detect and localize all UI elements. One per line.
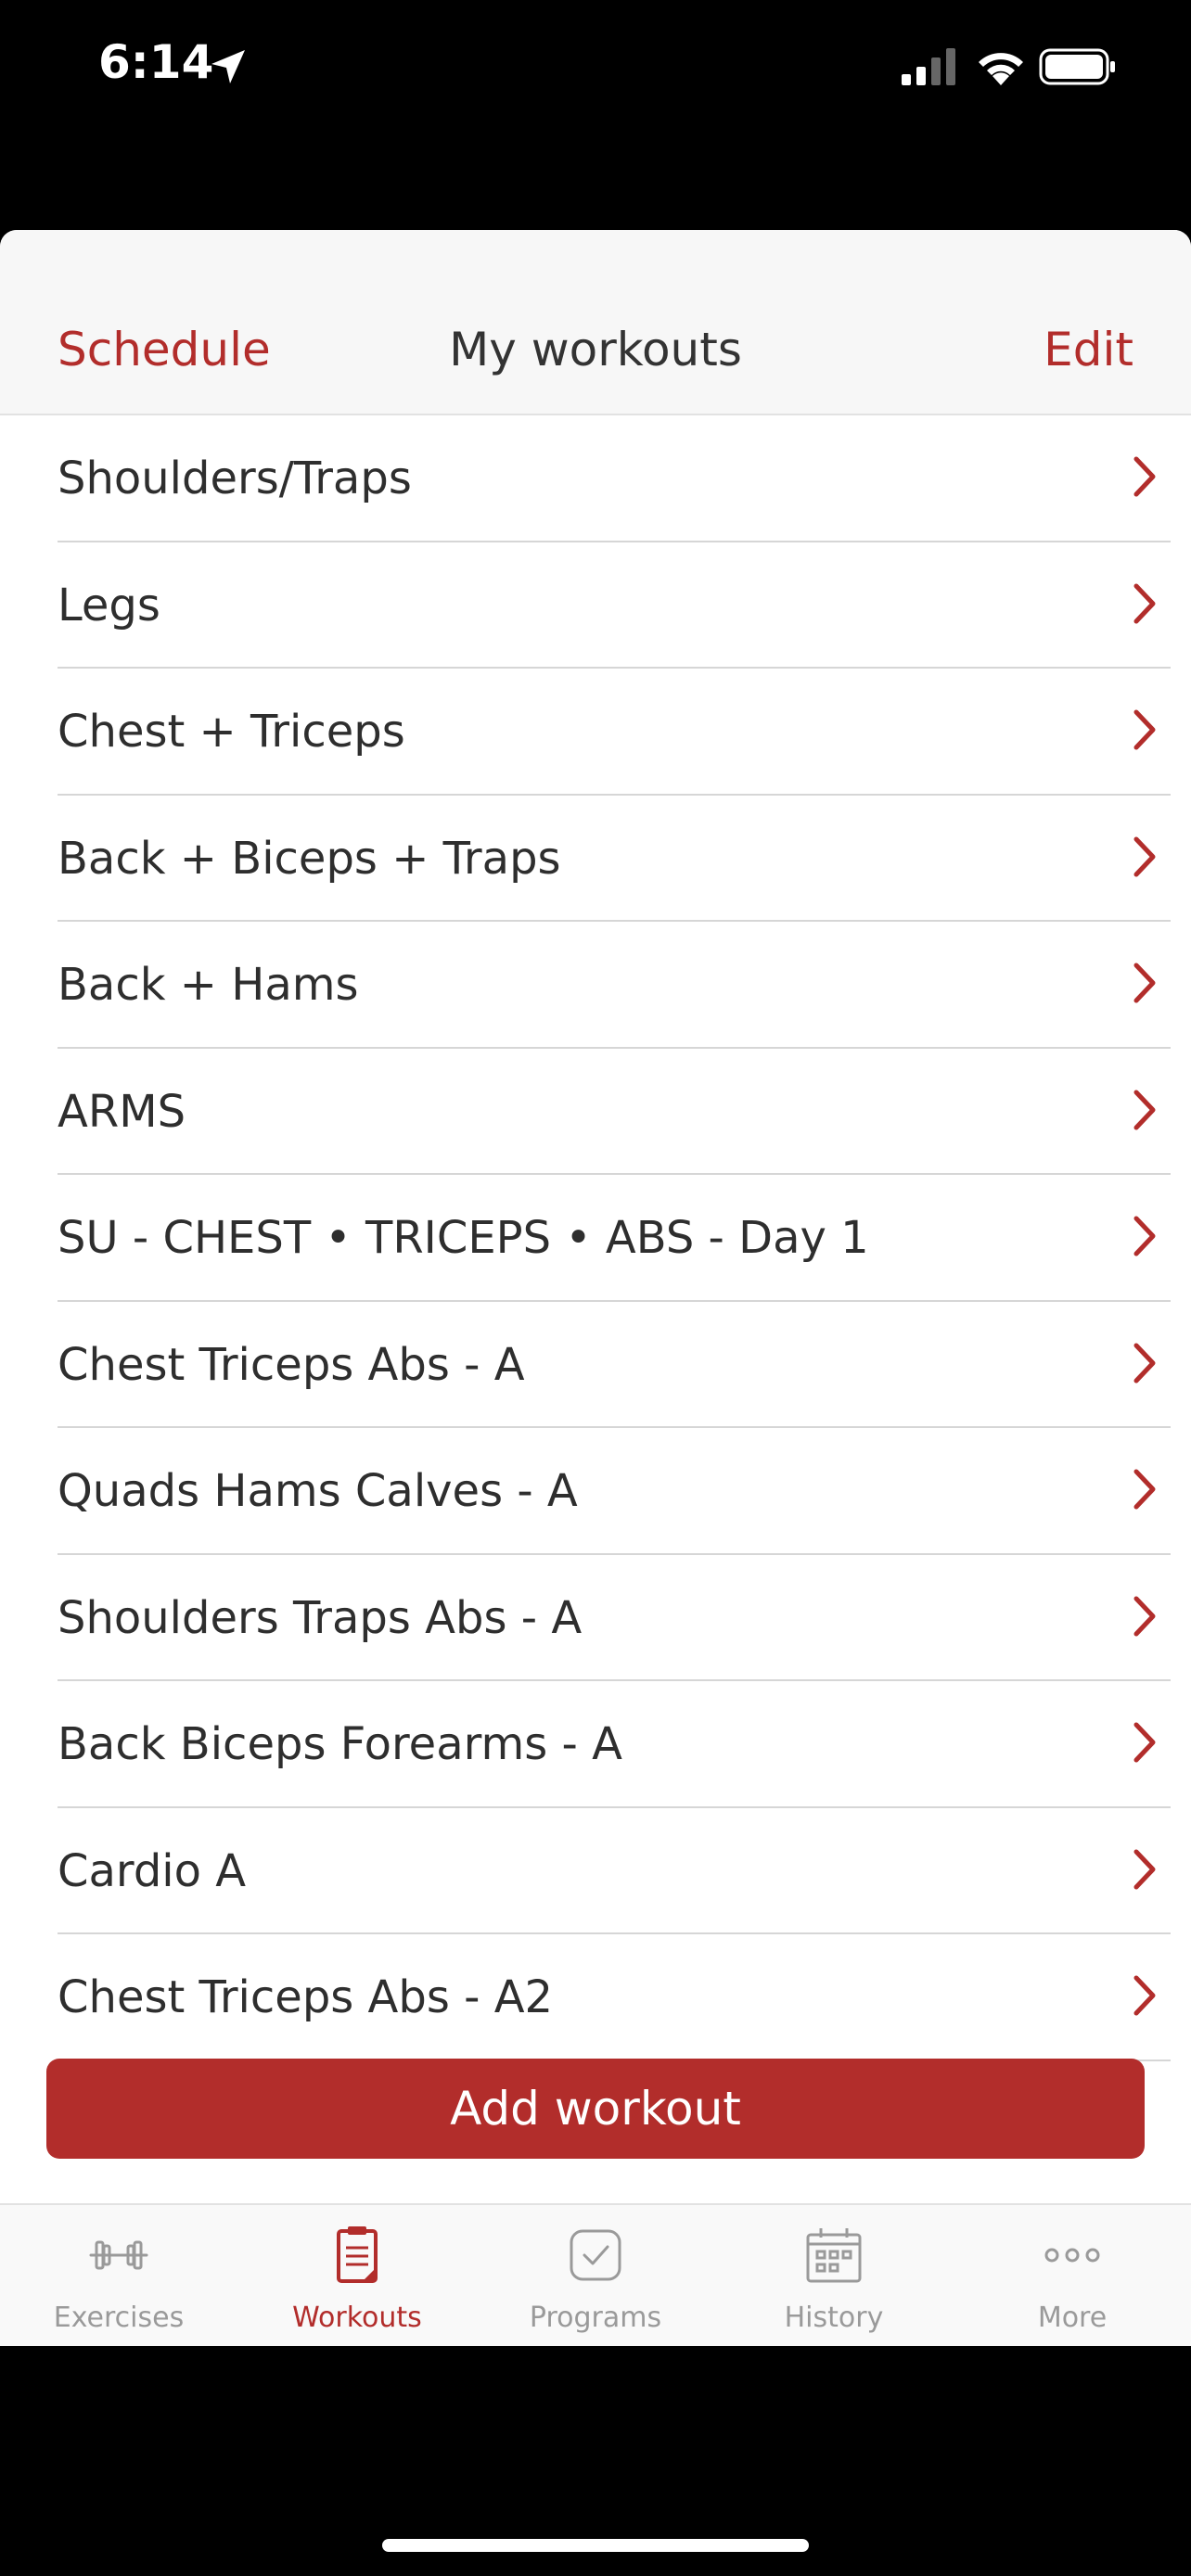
add-workout-button[interactable]: Add workout [46,2059,1145,2159]
workout-row[interactable]: SU - CHEST • TRICEPS • ABS - Day 1 [58,1175,1171,1302]
location-arrow-icon [211,50,245,83]
workout-row[interactable]: Chest Triceps Abs - A [58,1302,1171,1428]
dumbbell-icon [89,2240,148,2270]
workout-row[interactable]: Shoulders/Traps [58,415,1171,542]
workout-name: Shoulders/Traps [58,453,412,504]
workout-name: Quads Hams Calves - A [58,1465,578,1517]
workout-name: Shoulders Traps Abs - A [58,1591,583,1644]
status-time: 6:14 [98,35,214,89]
workout-row[interactable]: Chest Triceps Abs - A2 [58,1934,1171,2061]
tab-history[interactable]: History [715,2205,953,2346]
tab-label: Workouts [292,2302,422,2334]
tab-programs[interactable]: Programs [477,2205,714,2346]
workout-row[interactable]: Chest + Triceps [58,669,1171,796]
tab-label: Exercises [53,2302,185,2334]
workout-row[interactable]: ARMS [58,1049,1171,1175]
workout-row[interactable]: Quads Hams Calves - A [58,1428,1171,1555]
page-title: My workouts [449,323,742,376]
more-icon [1044,2248,1100,2263]
tab-label: Programs [529,2302,662,2334]
tab-more[interactable]: More [954,2205,1191,2346]
workout-name: Chest + Triceps [58,706,405,758]
chevron-right-icon [1133,456,1156,497]
workout-list[interactable]: Shoulders/Traps Legs Chest + Triceps Bac… [0,415,1191,2231]
workout-name: ARMS [58,1085,186,1138]
chevron-right-icon [1133,1849,1156,1889]
chevron-right-icon [1133,963,1156,1003]
chevron-right-icon [1133,1090,1156,1129]
cellular-signal-icon [902,48,955,85]
navigation-header: Schedule My workouts Edit [0,230,1191,415]
chevron-right-icon [1133,1722,1156,1763]
workout-name: Back Biceps Forearms - A [58,1718,622,1770]
status-bar: 6:14 [0,0,1191,139]
clipboard-icon [337,2226,378,2283]
chevron-right-icon [1133,1596,1156,1636]
workouts-sheet: Schedule My workouts Edit Shoulders/Trap… [0,230,1191,2346]
chevron-right-icon [1133,1469,1156,1510]
tab-bar: Exercises Workouts Programs History More [0,2203,1191,2346]
workout-row[interactable]: Legs [58,542,1171,669]
checkmark-icon [570,2229,621,2281]
chevron-right-icon [1133,1216,1156,1256]
workout-name: Back + Hams [58,959,359,1011]
chevron-right-icon [1133,709,1156,750]
workout-name: Cardio A [58,1844,247,1897]
workout-name: Legs [58,579,160,631]
workout-name: Chest Triceps Abs - A [58,1338,525,1391]
workout-row[interactable]: Back + Biceps + Traps [58,796,1171,922]
workout-row[interactable]: Back + Hams [58,922,1171,1049]
tab-workouts[interactable]: Workouts [238,2205,476,2346]
chevron-right-icon [1133,1975,1156,2016]
chevron-right-icon [1133,1343,1156,1383]
chevron-right-icon [1133,836,1156,876]
chevron-right-icon [1133,583,1156,623]
home-indicator[interactable] [382,2539,809,2552]
tab-exercises[interactable]: Exercises [0,2205,237,2346]
calendar-icon [806,2228,862,2283]
battery-icon [1039,48,1115,85]
workout-row[interactable]: Back Biceps Forearms - A [58,1681,1171,1808]
edit-button[interactable]: Edit [1044,323,1133,376]
workout-name: Chest Triceps Abs - A2 [58,1971,554,2023]
tab-label: More [1037,2302,1108,2334]
wifi-icon [979,53,1023,85]
workout-name: SU - CHEST • TRICEPS • ABS - Day 1 [58,1212,869,1264]
workout-name: Back + Biceps + Traps [58,832,561,885]
workout-row[interactable]: Cardio A [58,1808,1171,1934]
tab-label: History [784,2302,884,2334]
workout-row[interactable]: Shoulders Traps Abs - A [58,1555,1171,1681]
